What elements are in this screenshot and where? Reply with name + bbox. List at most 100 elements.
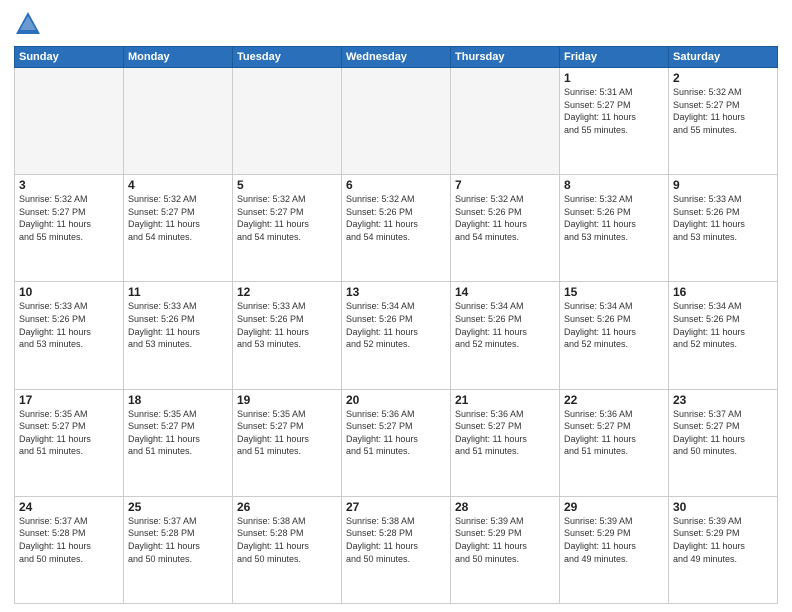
header [14,10,778,38]
calendar-cell [451,68,560,175]
day-info: Sunrise: 5:35 AM Sunset: 5:27 PM Dayligh… [19,408,119,458]
day-info: Sunrise: 5:33 AM Sunset: 5:26 PM Dayligh… [237,300,337,350]
day-info: Sunrise: 5:32 AM Sunset: 5:26 PM Dayligh… [346,193,446,243]
calendar-cell: 9Sunrise: 5:33 AM Sunset: 5:26 PM Daylig… [669,175,778,282]
logo [14,10,44,38]
day-number: 23 [673,393,773,407]
week-row-2: 3Sunrise: 5:32 AM Sunset: 5:27 PM Daylig… [15,175,778,282]
day-info: Sunrise: 5:38 AM Sunset: 5:28 PM Dayligh… [346,515,446,565]
calendar-cell: 14Sunrise: 5:34 AM Sunset: 5:26 PM Dayli… [451,282,560,389]
day-info: Sunrise: 5:34 AM Sunset: 5:26 PM Dayligh… [455,300,555,350]
day-number: 30 [673,500,773,514]
calendar-cell: 3Sunrise: 5:32 AM Sunset: 5:27 PM Daylig… [15,175,124,282]
day-number: 4 [128,178,228,192]
calendar-cell: 21Sunrise: 5:36 AM Sunset: 5:27 PM Dayli… [451,389,560,496]
day-number: 8 [564,178,664,192]
day-number: 26 [237,500,337,514]
weekday-header-tuesday: Tuesday [233,47,342,68]
day-number: 1 [564,71,664,85]
day-info: Sunrise: 5:34 AM Sunset: 5:26 PM Dayligh… [346,300,446,350]
day-info: Sunrise: 5:32 AM Sunset: 5:27 PM Dayligh… [673,86,773,136]
day-info: Sunrise: 5:32 AM Sunset: 5:27 PM Dayligh… [19,193,119,243]
weekday-header-wednesday: Wednesday [342,47,451,68]
day-info: Sunrise: 5:36 AM Sunset: 5:27 PM Dayligh… [564,408,664,458]
calendar-cell: 18Sunrise: 5:35 AM Sunset: 5:27 PM Dayli… [124,389,233,496]
day-info: Sunrise: 5:36 AM Sunset: 5:27 PM Dayligh… [455,408,555,458]
calendar-cell: 4Sunrise: 5:32 AM Sunset: 5:27 PM Daylig… [124,175,233,282]
weekday-header-saturday: Saturday [669,47,778,68]
day-number: 25 [128,500,228,514]
week-row-4: 17Sunrise: 5:35 AM Sunset: 5:27 PM Dayli… [15,389,778,496]
day-number: 9 [673,178,773,192]
day-number: 22 [564,393,664,407]
week-row-1: 1Sunrise: 5:31 AM Sunset: 5:27 PM Daylig… [15,68,778,175]
weekday-header-thursday: Thursday [451,47,560,68]
calendar-cell: 2Sunrise: 5:32 AM Sunset: 5:27 PM Daylig… [669,68,778,175]
calendar-cell: 30Sunrise: 5:39 AM Sunset: 5:29 PM Dayli… [669,496,778,603]
calendar-cell: 12Sunrise: 5:33 AM Sunset: 5:26 PM Dayli… [233,282,342,389]
calendar-cell: 28Sunrise: 5:39 AM Sunset: 5:29 PM Dayli… [451,496,560,603]
day-info: Sunrise: 5:37 AM Sunset: 5:27 PM Dayligh… [673,408,773,458]
day-info: Sunrise: 5:32 AM Sunset: 5:26 PM Dayligh… [455,193,555,243]
calendar-cell: 25Sunrise: 5:37 AM Sunset: 5:28 PM Dayli… [124,496,233,603]
weekday-header-friday: Friday [560,47,669,68]
calendar-table: SundayMondayTuesdayWednesdayThursdayFrid… [14,46,778,604]
calendar-cell: 1Sunrise: 5:31 AM Sunset: 5:27 PM Daylig… [560,68,669,175]
day-number: 18 [128,393,228,407]
calendar-cell: 24Sunrise: 5:37 AM Sunset: 5:28 PM Dayli… [15,496,124,603]
calendar-cell: 29Sunrise: 5:39 AM Sunset: 5:29 PM Dayli… [560,496,669,603]
calendar-cell: 19Sunrise: 5:35 AM Sunset: 5:27 PM Dayli… [233,389,342,496]
weekday-header-sunday: Sunday [15,47,124,68]
day-number: 10 [19,285,119,299]
calendar-cell: 6Sunrise: 5:32 AM Sunset: 5:26 PM Daylig… [342,175,451,282]
day-number: 12 [237,285,337,299]
day-info: Sunrise: 5:39 AM Sunset: 5:29 PM Dayligh… [455,515,555,565]
day-number: 24 [19,500,119,514]
calendar-cell: 5Sunrise: 5:32 AM Sunset: 5:27 PM Daylig… [233,175,342,282]
page: SundayMondayTuesdayWednesdayThursdayFrid… [0,0,792,612]
day-number: 2 [673,71,773,85]
week-row-5: 24Sunrise: 5:37 AM Sunset: 5:28 PM Dayli… [15,496,778,603]
calendar-cell: 13Sunrise: 5:34 AM Sunset: 5:26 PM Dayli… [342,282,451,389]
day-info: Sunrise: 5:33 AM Sunset: 5:26 PM Dayligh… [128,300,228,350]
day-info: Sunrise: 5:34 AM Sunset: 5:26 PM Dayligh… [673,300,773,350]
day-number: 16 [673,285,773,299]
calendar-cell: 20Sunrise: 5:36 AM Sunset: 5:27 PM Dayli… [342,389,451,496]
day-number: 3 [19,178,119,192]
day-info: Sunrise: 5:39 AM Sunset: 5:29 PM Dayligh… [673,515,773,565]
day-info: Sunrise: 5:39 AM Sunset: 5:29 PM Dayligh… [564,515,664,565]
week-row-3: 10Sunrise: 5:33 AM Sunset: 5:26 PM Dayli… [15,282,778,389]
day-number: 6 [346,178,446,192]
day-number: 21 [455,393,555,407]
day-number: 17 [19,393,119,407]
weekday-header-row: SundayMondayTuesdayWednesdayThursdayFrid… [15,47,778,68]
calendar-cell: 27Sunrise: 5:38 AM Sunset: 5:28 PM Dayli… [342,496,451,603]
day-number: 11 [128,285,228,299]
day-number: 13 [346,285,446,299]
calendar-cell [233,68,342,175]
day-number: 5 [237,178,337,192]
day-number: 20 [346,393,446,407]
calendar-cell: 23Sunrise: 5:37 AM Sunset: 5:27 PM Dayli… [669,389,778,496]
calendar-cell: 7Sunrise: 5:32 AM Sunset: 5:26 PM Daylig… [451,175,560,282]
day-info: Sunrise: 5:36 AM Sunset: 5:27 PM Dayligh… [346,408,446,458]
calendar-cell [15,68,124,175]
day-info: Sunrise: 5:34 AM Sunset: 5:26 PM Dayligh… [564,300,664,350]
calendar-cell: 8Sunrise: 5:32 AM Sunset: 5:26 PM Daylig… [560,175,669,282]
calendar-cell [124,68,233,175]
calendar-cell: 15Sunrise: 5:34 AM Sunset: 5:26 PM Dayli… [560,282,669,389]
day-info: Sunrise: 5:33 AM Sunset: 5:26 PM Dayligh… [19,300,119,350]
calendar-cell [342,68,451,175]
weekday-header-monday: Monday [124,47,233,68]
day-info: Sunrise: 5:32 AM Sunset: 5:27 PM Dayligh… [237,193,337,243]
calendar-cell: 17Sunrise: 5:35 AM Sunset: 5:27 PM Dayli… [15,389,124,496]
calendar-cell: 10Sunrise: 5:33 AM Sunset: 5:26 PM Dayli… [15,282,124,389]
day-info: Sunrise: 5:37 AM Sunset: 5:28 PM Dayligh… [19,515,119,565]
day-info: Sunrise: 5:31 AM Sunset: 5:27 PM Dayligh… [564,86,664,136]
day-info: Sunrise: 5:32 AM Sunset: 5:27 PM Dayligh… [128,193,228,243]
day-number: 15 [564,285,664,299]
day-number: 14 [455,285,555,299]
day-info: Sunrise: 5:35 AM Sunset: 5:27 PM Dayligh… [128,408,228,458]
logo-icon [14,10,42,38]
day-number: 7 [455,178,555,192]
